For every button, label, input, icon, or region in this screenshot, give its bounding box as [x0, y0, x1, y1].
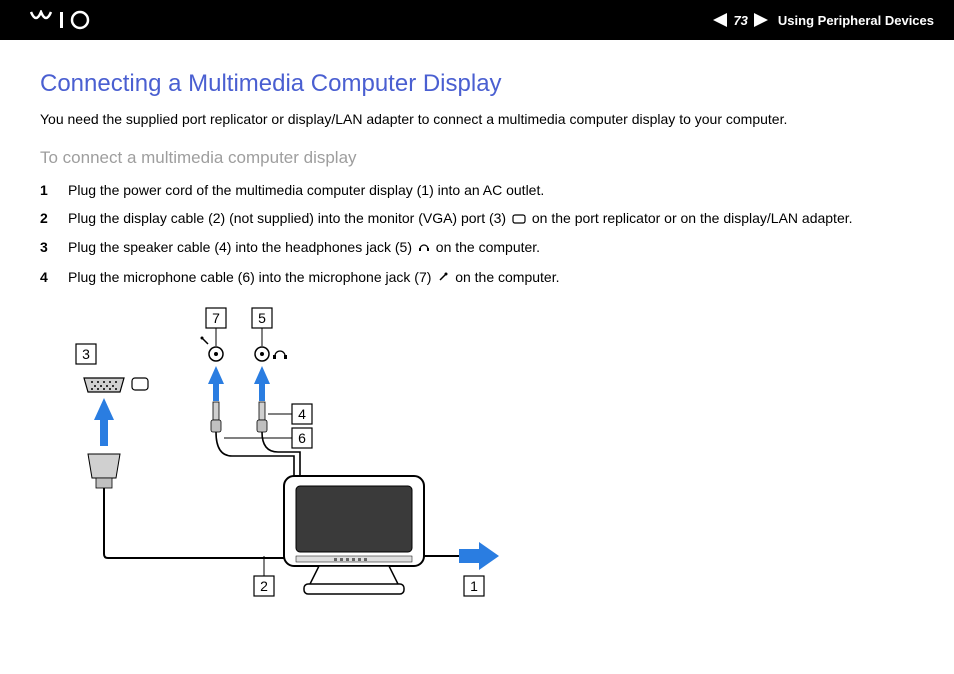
- arrow-into-vga: [94, 398, 114, 446]
- monitor-illustration: [284, 476, 424, 594]
- diagram-label-3: 3: [76, 344, 96, 364]
- vaio-logo: [30, 10, 110, 30]
- connection-diagram: 3 7 5 4 6: [64, 306, 914, 611]
- step-text: Plug the power cord of the multimedia co…: [68, 182, 544, 198]
- diagram-label-1: 1: [464, 576, 484, 596]
- step-item: Plug the microphone cable (6) into the m…: [40, 267, 914, 288]
- microphone-icon: [437, 268, 449, 288]
- svg-text:7: 7: [212, 310, 220, 326]
- jack-5-icon: [255, 347, 287, 361]
- page-heading: Connecting a Multimedia Computer Display: [40, 70, 914, 98]
- jack-7-icon: [201, 337, 224, 362]
- vga-cable: [104, 488, 294, 558]
- steps-list: Plug the power cord of the multimedia co…: [40, 180, 914, 289]
- mic-cable: [216, 432, 294, 496]
- monitor-icon: [512, 209, 526, 229]
- audio-plug-6: [211, 402, 221, 432]
- step-item: Plug the power cord of the multimedia co…: [40, 180, 914, 200]
- diagram-label-6: 6: [224, 428, 312, 448]
- arrow-power-out: [459, 542, 499, 570]
- arrow-into-jack-7: [208, 366, 224, 401]
- step-text: Plug the speaker cable (4) into the head…: [68, 239, 540, 255]
- page-content: Connecting a Multimedia Computer Display…: [0, 40, 954, 611]
- vga-port-icon: [84, 378, 148, 392]
- subheading: To connect a multimedia computer display: [40, 148, 914, 168]
- diagram-label-5: 5: [252, 308, 272, 346]
- page-number: 73: [731, 13, 749, 28]
- step-item: Plug the speaker cable (4) into the head…: [40, 237, 914, 258]
- svg-text:5: 5: [258, 310, 266, 326]
- section-title: Using Peripheral Devices: [778, 13, 934, 28]
- next-page-arrow[interactable]: [754, 13, 768, 27]
- svg-text:2: 2: [260, 578, 268, 594]
- diagram-label-7: 7: [206, 308, 226, 346]
- svg-text:4: 4: [298, 406, 306, 422]
- step-text: Plug the display cable (2) (not supplied…: [68, 210, 853, 226]
- page-navigation: 73: [713, 13, 767, 28]
- intro-text: You need the supplied port replicator or…: [40, 110, 914, 130]
- prev-page-arrow[interactable]: [713, 13, 727, 27]
- header-nav: 73 Using Peripheral Devices: [713, 13, 934, 28]
- header-bar: 73 Using Peripheral Devices: [0, 0, 954, 40]
- svg-text:3: 3: [82, 346, 90, 362]
- audio-plug-4: [257, 402, 267, 432]
- svg-text:6: 6: [298, 430, 306, 446]
- vga-connector: [88, 454, 120, 488]
- headphones-icon: [418, 238, 430, 258]
- diagram-label-2: 2: [254, 556, 274, 596]
- step-item: Plug the display cable (2) (not supplied…: [40, 208, 914, 229]
- step-text: Plug the microphone cable (6) into the m…: [68, 269, 560, 285]
- arrow-into-jack-5: [254, 366, 270, 401]
- diagram-label-4: 4: [268, 404, 312, 424]
- svg-text:1: 1: [470, 578, 478, 594]
